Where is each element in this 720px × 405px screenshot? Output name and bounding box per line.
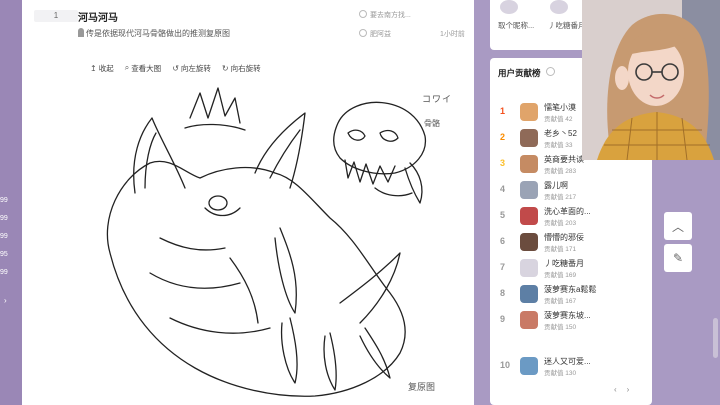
- ranking-pager: ‹ ›: [614, 385, 629, 394]
- collapse-icon: ↥: [90, 63, 97, 73]
- left-count-list: 99 99 99 95 99: [0, 192, 10, 282]
- rank-user-name: 丿吃糖番月: [544, 259, 584, 268]
- view-large-label: 查看大图: [131, 63, 162, 73]
- rotate-left-button[interactable]: ↺ 向左旋转: [172, 62, 211, 74]
- chevron-right-icon[interactable]: ›: [4, 296, 7, 305]
- avatar: [520, 357, 538, 375]
- collapse-button[interactable]: ↥ 收起: [90, 62, 114, 74]
- avatar: [520, 233, 538, 251]
- rotate-right-button[interactable]: ↻ 向右旋转: [222, 62, 261, 74]
- rank-user-name: 菠萝赛东a鬆鬆: [544, 285, 597, 294]
- info-icon[interactable]: [546, 67, 555, 76]
- rotate-right-icon: ↻: [221, 63, 229, 73]
- post-source-link[interactable]: 要去南方找...: [359, 10, 411, 20]
- rank-number: 10: [500, 360, 511, 370]
- scrollbar[interactable]: [713, 318, 718, 358]
- post-panel: 1 河马河马 传是依据现代河马骨骼做出的推测复原图 要去南方找... 肥阿益 1…: [22, 0, 474, 405]
- rank-number: 3: [500, 158, 506, 168]
- rank-score: 贡献值 167: [544, 298, 577, 305]
- search-icon: ⌕: [124, 63, 130, 72]
- post-title[interactable]: 河马河马: [78, 9, 118, 24]
- rank-score: 贡献值 283: [544, 168, 577, 175]
- ranking-row[interactable]: 5 洗心革面的... 贡献值 203: [490, 204, 652, 228]
- rank-number: 5: [500, 210, 506, 220]
- avatar: [520, 129, 538, 147]
- rank-user-name: 迷人又可爱...: [544, 357, 591, 366]
- ranking-row[interactable]: 8 菠萝赛东a鬆鬆 贡献值 167: [490, 282, 652, 306]
- view-large-button[interactable]: ⌕ 查看大图: [125, 62, 161, 74]
- rank-score: 贡献值 203: [544, 220, 577, 227]
- ranking-row[interactable]: 9 菠萝赛东坡... 贡献值 150: [490, 308, 652, 332]
- ranking-title: 用户贡献榜: [498, 68, 541, 78]
- sketch-annotation-kawaii: コワイ: [422, 94, 453, 104]
- post-description-text: 传是依据现代河马骨骼做出的推测复原图: [86, 29, 230, 38]
- ranking-row[interactable]: 4 露儿啊 贡献值 217: [490, 178, 652, 202]
- rank-user-name: 英商要共读: [544, 155, 584, 164]
- rank-score: 贡献值 33: [544, 142, 573, 149]
- rank-number: 1: [500, 106, 506, 116]
- scroll-to-top-button[interactable]: ︿: [664, 212, 692, 240]
- rank-user-name: 老乡丶52: [544, 129, 577, 138]
- edit-button[interactable]: ✎: [664, 244, 692, 272]
- left-count: 99: [0, 233, 8, 240]
- ranking-row[interactable]: 10 迷人又可爱... 贡献值 130: [490, 354, 652, 378]
- chevron-up-icon: ︿: [671, 219, 684, 234]
- rank-number: 6: [500, 236, 506, 246]
- post-time: 1小时前: [440, 31, 465, 38]
- left-count: 99: [0, 269, 8, 276]
- rank-user-name: 菠萝赛东坡...: [544, 311, 591, 320]
- avatar[interactable]: [550, 0, 568, 14]
- avatar: [520, 103, 538, 121]
- post-author[interactable]: 肥阿益: [359, 29, 391, 39]
- rank-number: 4: [500, 184, 506, 194]
- avatar: [520, 259, 538, 277]
- avatar: [520, 181, 538, 199]
- hippo-sketch-image[interactable]: [90, 78, 465, 403]
- rotate-right-label: 向右旋转: [230, 63, 261, 73]
- post-header: 1 河马河马 传是依据现代河马骨骼做出的推测复原图 要去南方找... 肥阿益 1…: [22, 0, 474, 48]
- rank-number: 7: [500, 262, 506, 272]
- recent-user-name[interactable]: 取个昵称...: [498, 20, 534, 31]
- collapse-label: 收起: [98, 63, 114, 73]
- left-count: 99: [0, 215, 8, 222]
- edit-icon: ✎: [672, 251, 684, 265]
- chevron-right-icon[interactable]: ›: [627, 385, 630, 394]
- rank-number: 8: [500, 288, 506, 298]
- rank-user-name: 懵懵的邪佞: [544, 233, 584, 242]
- avatar: [520, 155, 538, 173]
- avatar[interactable]: [500, 0, 518, 14]
- ranking-row[interactable]: 7 丿吃糖番月 贡献值 169: [490, 256, 652, 280]
- rank-score: 贡献值 169: [544, 272, 577, 279]
- rank-score: 贡献值 217: [544, 194, 577, 201]
- rotate-left-label: 向左旋转: [180, 63, 211, 73]
- webcam-overlay: [582, 0, 720, 160]
- rank-user-name: 洗心革面的...: [544, 207, 591, 216]
- rank-score: 贡献值 150: [544, 324, 577, 331]
- avatar: [520, 311, 538, 329]
- rank-score: 贡献值 130: [544, 370, 577, 377]
- rank-number: 2: [500, 132, 506, 142]
- ranking-row[interactable]: 6 懵懵的邪佞 贡献值 171: [490, 230, 652, 254]
- sketch-annotation-skeleton: 骨骼: [424, 119, 440, 128]
- floor-badge: 1: [34, 10, 78, 22]
- rotate-left-icon: ↺: [172, 63, 179, 73]
- left-count: 95: [0, 251, 8, 258]
- rank-number: 9: [500, 314, 506, 324]
- image-toolbar: ↥ 收起 ⌕ 查看大图 ↺ 向左旋转 ↻ 向右旋转: [90, 62, 261, 74]
- avatar: [520, 207, 538, 225]
- rank-score: 贡献值 42: [544, 116, 573, 123]
- image-caption: 复原图: [408, 382, 436, 392]
- chevron-left-icon[interactable]: ‹: [614, 385, 617, 394]
- mic-icon: [78, 28, 84, 37]
- rank-user-name: 懦笔小漠: [544, 103, 576, 112]
- rank-score: 贡献值 171: [544, 246, 577, 253]
- recent-user-name[interactable]: 丿吃糖番月: [548, 20, 586, 31]
- rank-user-name: 露儿啊: [544, 181, 568, 190]
- post-description: 传是依据现代河马骨骼做出的推测复原图: [78, 28, 230, 39]
- left-count: 99: [0, 197, 8, 204]
- avatar: [520, 285, 538, 303]
- streamer-video: [582, 0, 720, 160]
